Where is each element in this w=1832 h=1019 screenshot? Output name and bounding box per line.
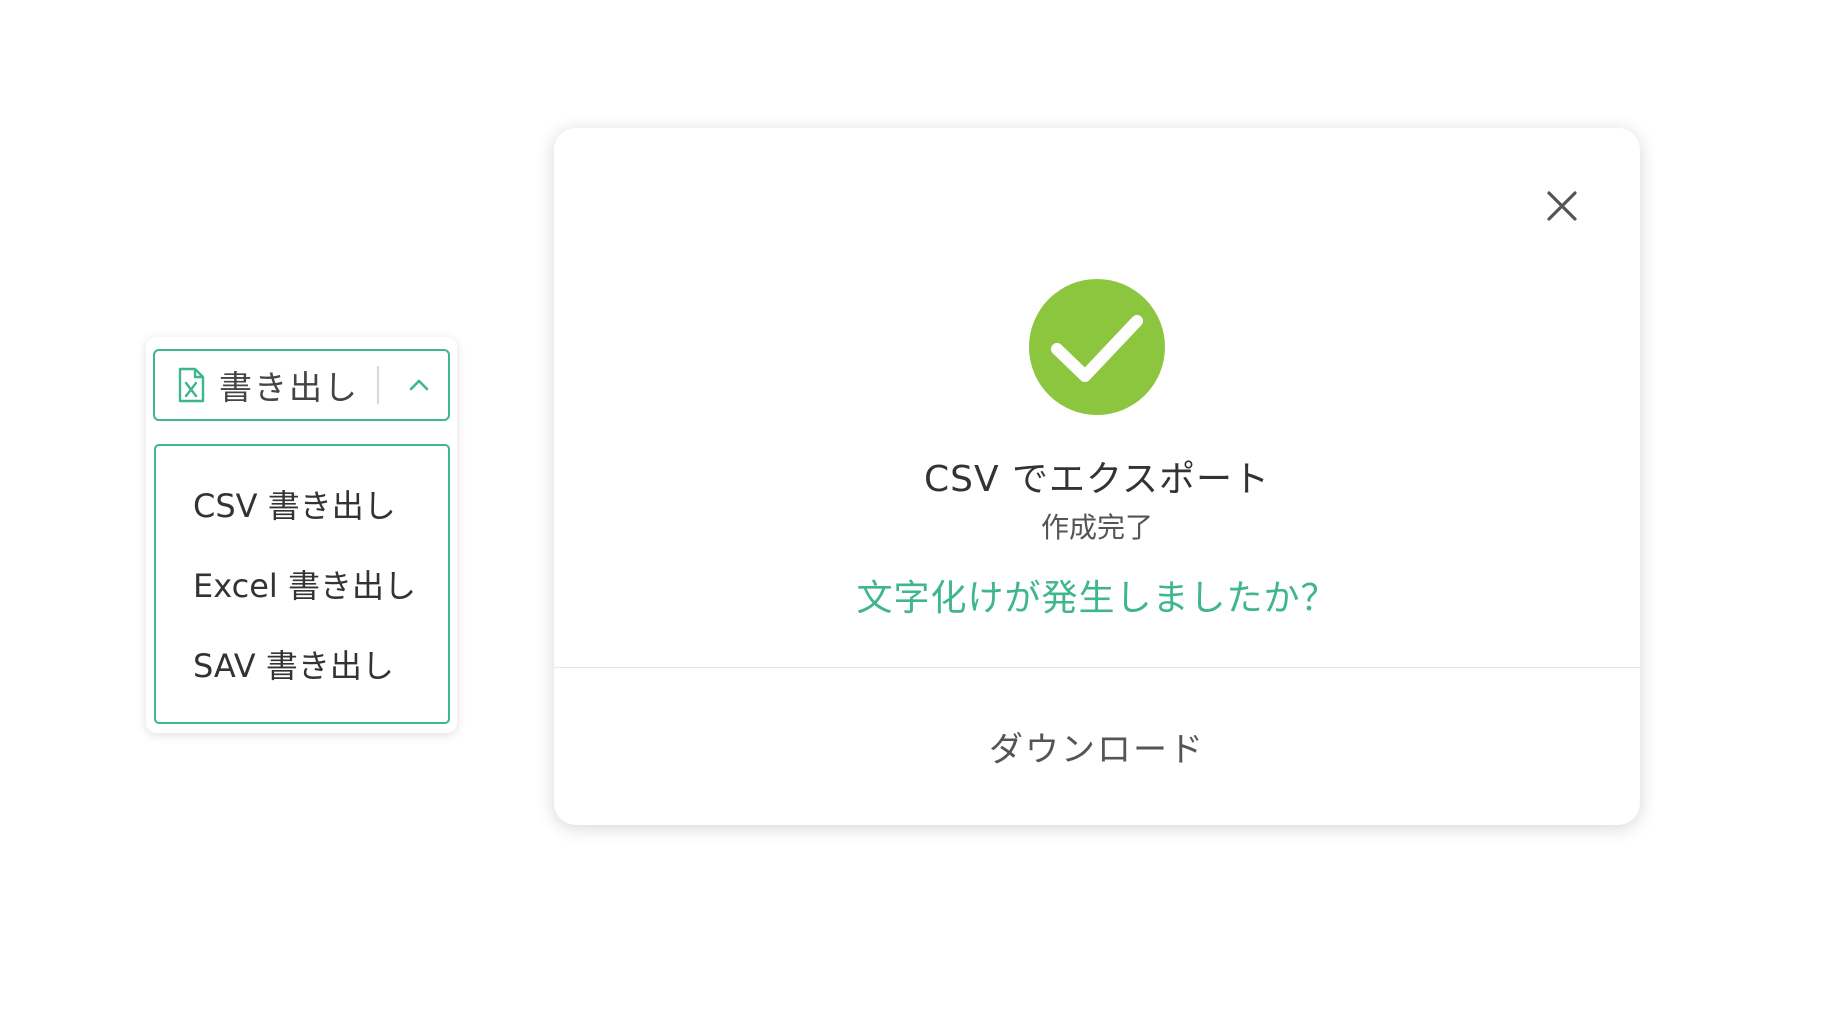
menu-item-csv-export[interactable]: CSV 書き出し bbox=[156, 478, 448, 558]
export-button-label: 書き出し bbox=[219, 368, 359, 407]
chevron-up-icon[interactable] bbox=[407, 373, 431, 397]
dialog-subtitle: 作成完了 bbox=[1040, 511, 1153, 544]
download-button[interactable]: ダウンロード bbox=[554, 668, 1640, 825]
excel-file-icon bbox=[177, 367, 205, 403]
export-dropdown: 書き出し CSV 書き出し Excel 書き出し SAV 書き出し bbox=[146, 337, 457, 733]
export-complete-dialog: CSV でエクスポート 作成完了 文字化けが発生しましたか？ ダウンロード bbox=[554, 128, 1640, 825]
mojibake-help-link[interactable]: 文字化けが発生しましたか？ bbox=[554, 569, 1640, 621]
menu-item-sav-export[interactable]: SAV 書き出し bbox=[156, 638, 448, 718]
menu-item-excel-export[interactable]: Excel 書き出し bbox=[156, 558, 448, 638]
check-circle-icon bbox=[1029, 279, 1165, 415]
export-button-divider bbox=[377, 366, 379, 404]
close-icon[interactable] bbox=[1544, 188, 1580, 224]
export-button[interactable]: 書き出し bbox=[153, 349, 450, 421]
dialog-title: CSV でエクスポート bbox=[924, 459, 1270, 500]
export-menu: CSV 書き出し Excel 書き出し SAV 書き出し bbox=[154, 444, 450, 724]
